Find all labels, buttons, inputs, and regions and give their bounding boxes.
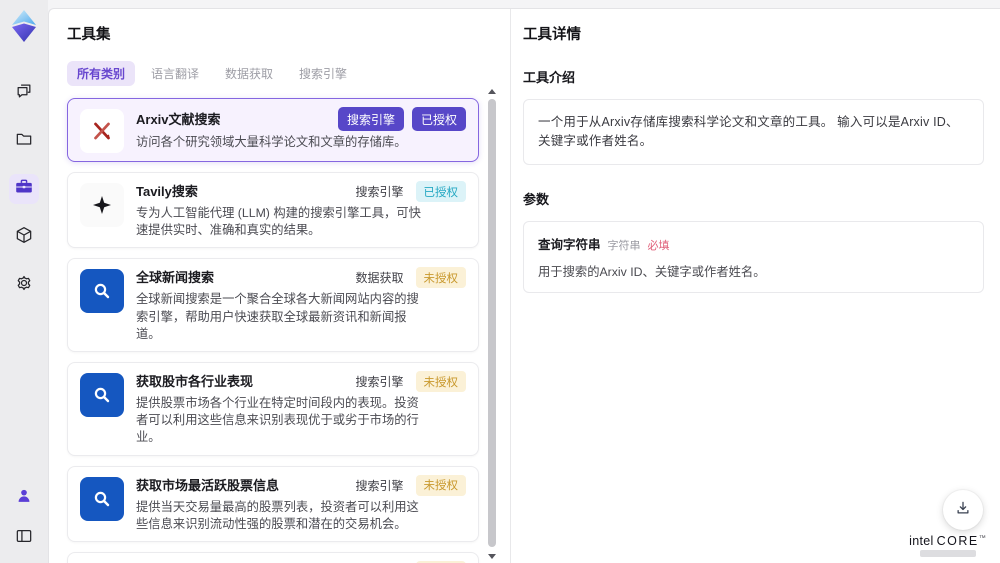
tool-auth-badge: 未授权 [415, 371, 466, 393]
intel-brand-text: intel [909, 534, 934, 548]
tool-category-tag: 数据获取 [355, 271, 404, 286]
tool-auth-badge: 已授权 [415, 181, 466, 202]
sparkle-icon [80, 183, 124, 227]
tool-description: 专为人工智能代理 (LLM) 构建的搜索引擎工具，可快速提供实时、准确和真实的结… [136, 206, 421, 238]
scroll-up-icon[interactable] [488, 89, 496, 94]
tool-name: 全球新闻搜索 [136, 270, 215, 286]
param-required-badge: 必填 [647, 239, 670, 252]
tool-card[interactable]: Tavily搜索 搜索引擎 已授权 专为人工智能代理 (LLM) 构建的搜索引擎… [67, 172, 479, 249]
download-button[interactable] [943, 490, 983, 530]
tool-auth-badge: 未授权 [415, 267, 466, 289]
tool-description: 提供股票市场各个行业在特定时间段内的表现。投资者可以利用这些信息来识别表现优于或… [136, 396, 419, 445]
param-name: 查询字符串 [538, 237, 601, 252]
tool-category-tag: 搜索引擎 [337, 107, 404, 131]
page-title: 工具集 [67, 27, 111, 43]
tab-label: 语言翻译 [151, 67, 200, 81]
tool-card[interactable]: Arxiv文献搜索 搜索引擎 已授权 访问各个研究领域大量科学论文和文章的存储库… [67, 98, 479, 162]
tool-description: 全球新闻搜索是一个聚合全球各大新闻网站内容的搜索引擎，帮助用户快速获取全球最新资… [136, 292, 419, 341]
tool-detail-pane: 工具详情 工具介绍 一个用于从Arxiv存储库搜索科学论文和文章的工具。 输入可… [511, 9, 1000, 563]
app-sidebar [0, 0, 48, 563]
tool-auth-badge: 未授权 [415, 474, 466, 496]
tab-label: 搜索引擎 [299, 67, 348, 81]
intro-heading: 工具介绍 [523, 70, 576, 85]
package-icon [14, 225, 34, 250]
tool-card[interactable]: 全球新闻搜索 数据获取 未授权 全球新闻搜索是一个聚合全球各大新闻网站内容的搜索… [67, 258, 479, 353]
tab-1[interactable]: 语言翻译 [141, 61, 209, 86]
tool-auth-badge: 已授权 [411, 107, 466, 131]
tab-0[interactable]: 所有类别 [67, 61, 136, 86]
tool-name: 获取市场最活跃股票信息 [136, 477, 280, 493]
tool-category-tag: 搜索引擎 [355, 478, 404, 493]
search-icon [80, 373, 124, 418]
tool-name: 获取股市各行业表现 [136, 374, 254, 390]
sidebar-item-chat[interactable] [9, 78, 39, 108]
download-icon [954, 499, 972, 522]
intel-core-logo: intel CORE™ [909, 534, 986, 557]
tool-description: 访问各个研究领域大量科学论文和文章的存储库。 [136, 135, 407, 149]
intel-sub-badge [919, 550, 976, 557]
chat-icon [14, 81, 34, 106]
sidebar-item-packages[interactable] [9, 222, 39, 252]
tool-card[interactable]: 获取市场最活跃股票信息 搜索引擎 未授权 提供当天交易量最高的股票列表，投资者可… [67, 465, 479, 543]
tab-label: 所有类别 [77, 67, 126, 81]
tab-label: 数据获取 [225, 67, 274, 81]
core-brand-text: CORE [936, 534, 979, 548]
search-icon [80, 269, 124, 314]
tab-2[interactable]: 数据获取 [215, 61, 283, 86]
param-box: 查询字符串 字符串 必填 用于搜索的Arxiv ID、关键字或作者姓名。 [523, 220, 984, 293]
scrollbar-thumb[interactable] [488, 99, 496, 547]
trademark-mark: ™ [978, 534, 986, 542]
tool-intro-box: 一个用于从Arxiv存储库搜索科学论文和文章的工具。 输入可以是Arxiv ID… [523, 99, 984, 165]
app-logo [9, 8, 39, 44]
scroll-down-icon[interactable] [488, 554, 496, 559]
search-icon [80, 476, 124, 521]
sidebar-item-files[interactable] [9, 126, 39, 156]
panel-toggle-icon [14, 526, 34, 551]
folder-icon [14, 129, 34, 154]
toolbox-icon [13, 176, 35, 203]
param-description: 用于搜索的Arxiv ID、关键字或作者姓名。 [538, 264, 766, 279]
sidebar-item-tools[interactable] [9, 174, 39, 204]
tool-card[interactable]: 万维地区新闻查询 搜索引擎 未授权 查询具体行政区划内的新闻，快速了解各地新闻动 [67, 552, 479, 563]
sidebar-item-user[interactable] [9, 483, 39, 513]
tab-3[interactable]: 搜索引擎 [289, 61, 357, 86]
category-tabs: 所有类别 语言翻译 数据获取 搜索引擎 [67, 61, 510, 86]
sidebar-item-settings[interactable] [9, 270, 39, 300]
tool-name: Tavily搜索 [136, 184, 198, 199]
arxiv-logo-icon [80, 109, 124, 153]
tool-list-pane: 工具集 所有类别 语言翻译 数据获取 搜索引擎 Arxiv文献搜索 搜索引擎 已授权 … [49, 9, 511, 563]
tool-name: Arxiv文献搜索 [136, 111, 221, 127]
user-icon [14, 486, 34, 511]
param-type: 字符串 [607, 239, 641, 252]
params-heading: 参数 [523, 191, 550, 207]
main-content: 工具集 所有类别 语言翻译 数据获取 搜索引擎 Arxiv文献搜索 搜索引擎 已授权 … [48, 8, 1000, 563]
tool-description: 提供当天交易量最高的股票列表，投资者可以利用这些信息来识别流动性强的股票和潜在的… [136, 499, 419, 531]
settings-icon [14, 273, 34, 298]
scrollbar[interactable] [487, 87, 497, 563]
tool-list: Arxiv文献搜索 搜索引擎 已授权 访问各个研究领域大量科学论文和文章的存储库… [67, 98, 479, 563]
tool-card[interactable]: 获取股市各行业表现 搜索引擎 未授权 提供股票市场各个行业在特定时间段内的表现。… [67, 362, 479, 456]
tool-category-tag: 搜索引擎 [355, 375, 404, 390]
sidebar-item-panel-toggle[interactable] [9, 523, 39, 553]
detail-title: 工具详情 [523, 27, 581, 43]
tool-category-tag: 搜索引擎 [355, 185, 404, 199]
